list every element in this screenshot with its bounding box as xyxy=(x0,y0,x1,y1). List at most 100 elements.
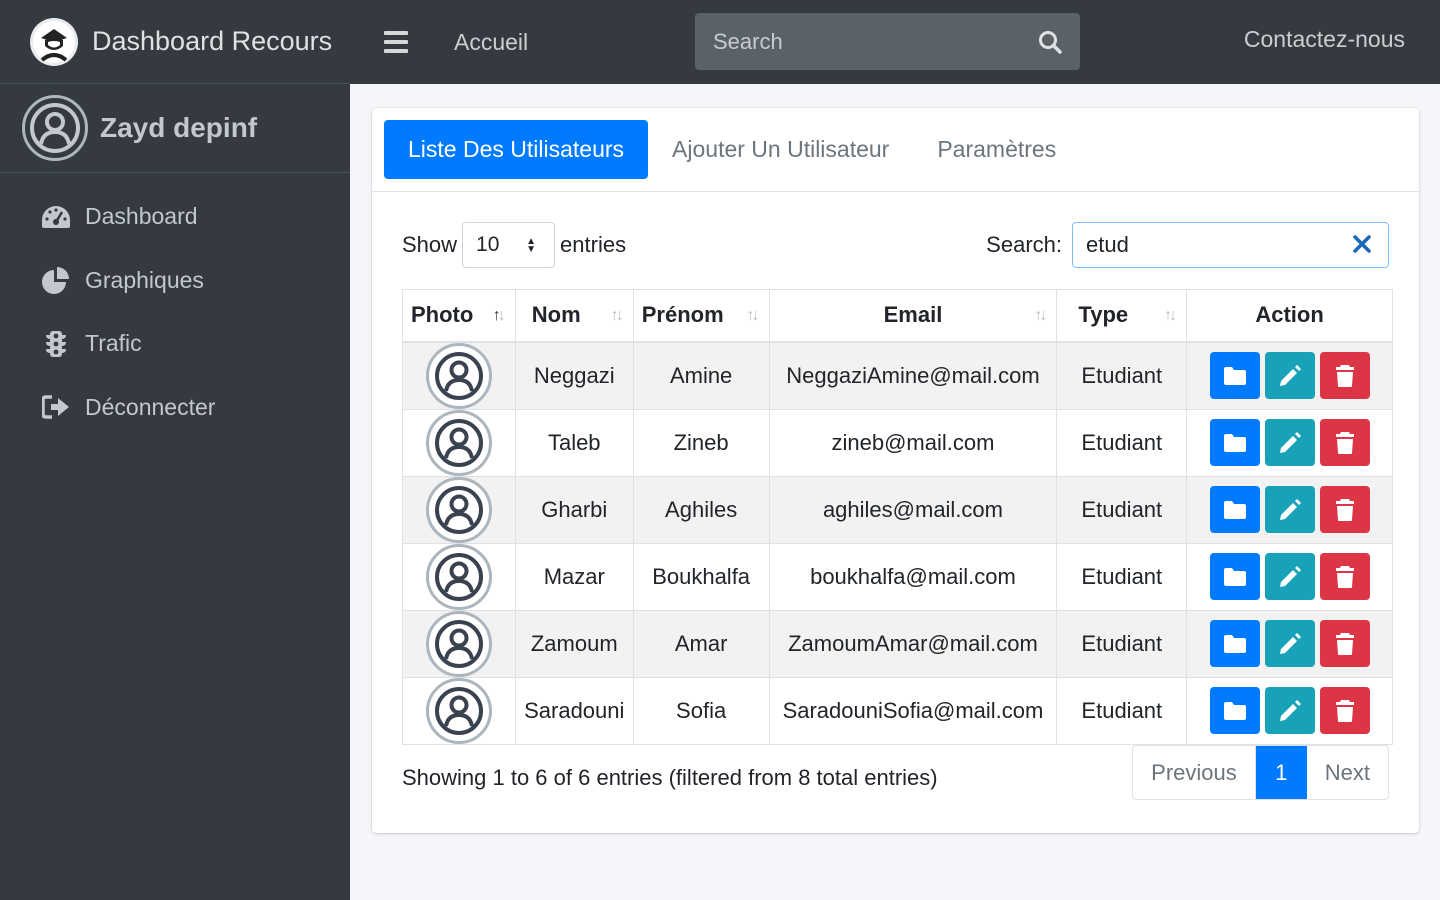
photo-cell xyxy=(402,676,516,745)
view-button[interactable] xyxy=(1209,352,1260,399)
pagination-previous[interactable]: Previous xyxy=(1133,746,1256,799)
trash-icon xyxy=(1335,431,1354,454)
action-cell xyxy=(1186,676,1393,745)
folder-icon xyxy=(1223,366,1246,385)
page-size-select[interactable]: 10 ▲ ▼ xyxy=(462,222,556,268)
folder-icon xyxy=(1223,567,1246,586)
sidebar-item-label: Déconnecter xyxy=(85,393,216,420)
header-label: Photo xyxy=(411,302,474,328)
brand[interactable]: Dashboard Recours xyxy=(0,0,350,84)
type-cell: Etudiant xyxy=(1056,542,1188,611)
action-cell xyxy=(1186,609,1393,678)
user-photo-icon xyxy=(425,476,492,543)
column-header-type[interactable]: Type ↑↓ xyxy=(1056,289,1188,343)
prenom-cell: Boukhalfa xyxy=(632,542,770,611)
prenom-cell: Aghiles xyxy=(632,475,770,544)
nom-cell: Saradouni xyxy=(514,676,634,745)
sign-out-icon xyxy=(40,391,72,423)
sidebar-item-dashboard[interactable]: Dashboard xyxy=(0,185,350,249)
page-size-value: 10 xyxy=(476,233,500,256)
nav-link-contact[interactable]: Contactez-nous xyxy=(1244,26,1405,53)
sort-icon: ↑↓ xyxy=(746,307,760,324)
nom-cell: Neggazi xyxy=(514,341,634,410)
menu-toggle-icon[interactable] xyxy=(384,31,408,53)
sort-icon: ↑↓ xyxy=(1164,307,1177,324)
brand-title: Dashboard Recours xyxy=(92,26,333,56)
delete-button[interactable] xyxy=(1319,687,1370,734)
delete-button[interactable] xyxy=(1319,553,1370,600)
sidebar-item-graphiques[interactable]: Graphiques xyxy=(0,249,350,313)
column-header-nom[interactable]: Nom ↑↓ xyxy=(514,289,634,343)
search-icon[interactable] xyxy=(1020,13,1080,70)
trash-icon xyxy=(1335,364,1354,387)
sidebar-item-deconnecter[interactable]: Déconnecter xyxy=(0,376,350,440)
sidebar-item-trafic[interactable]: Trafic xyxy=(0,312,350,376)
view-button[interactable] xyxy=(1209,553,1260,600)
show-label: Show xyxy=(402,232,458,257)
sidebar-nav: Dashboard Graphiques Trafic Déconnecter xyxy=(0,173,350,439)
type-cell: Etudiant xyxy=(1056,341,1188,410)
delete-button[interactable] xyxy=(1319,352,1370,399)
email-cell: boukhalfa@mail.com xyxy=(768,542,1058,611)
view-button[interactable] xyxy=(1209,620,1260,667)
column-header-email[interactable]: Email ↑↓ xyxy=(768,289,1058,343)
delete-button[interactable] xyxy=(1319,620,1370,667)
table-search-input[interactable]: etud xyxy=(1072,222,1389,268)
type-cell: Etudiant xyxy=(1056,609,1188,678)
nav-link-accueil[interactable]: Accueil xyxy=(454,29,528,56)
tab-parametres[interactable]: Paramètres xyxy=(913,120,1080,179)
pagination-next[interactable]: Next xyxy=(1307,746,1388,799)
email-cell: NeggaziAmine@mail.com xyxy=(768,341,1058,410)
nom-cell: Gharbi xyxy=(514,475,634,544)
folder-icon xyxy=(1223,433,1246,452)
edit-button[interactable] xyxy=(1264,620,1315,667)
filter-label: Search: xyxy=(986,232,1062,257)
sort-asc-icon: ↑↓ xyxy=(492,307,506,324)
view-button[interactable] xyxy=(1209,687,1260,734)
sidebar-item-label: Trafic xyxy=(85,330,142,357)
email-cell: ZamoumAmar@mail.com xyxy=(768,609,1058,678)
clear-search-icon[interactable] xyxy=(1352,234,1372,260)
photo-cell xyxy=(402,542,516,611)
user-panel[interactable]: Zayd depinf xyxy=(0,84,350,173)
trash-icon xyxy=(1335,632,1354,655)
pencil-icon xyxy=(1279,364,1301,386)
folder-icon xyxy=(1223,701,1246,720)
edit-button[interactable] xyxy=(1264,553,1315,600)
trash-icon xyxy=(1335,699,1354,722)
pencil-icon xyxy=(1279,431,1301,453)
user-avatar-icon xyxy=(22,95,88,161)
header-label: Type xyxy=(1078,302,1129,328)
view-button[interactable] xyxy=(1209,419,1260,466)
column-header-prenom[interactable]: Prénom ↑↓ xyxy=(632,289,770,343)
sort-icon: ↑↓ xyxy=(1034,307,1047,324)
photo-cell xyxy=(402,341,516,410)
delete-button[interactable] xyxy=(1319,419,1370,466)
table-row: Gharbi Aghiles aghiles@mail.com Etudiant xyxy=(402,475,1393,544)
nom-cell: Zamoum xyxy=(514,609,634,678)
action-cell xyxy=(1186,542,1393,611)
pie-chart-icon xyxy=(40,264,72,296)
edit-button[interactable] xyxy=(1264,419,1315,466)
page-size-control: Show 10 ▲ ▼ entries xyxy=(402,222,626,268)
tabs-bar: Liste Des Utilisateurs Ajouter Un Utilis… xyxy=(372,108,1419,192)
topbar: Accueil Contactez-nous xyxy=(350,0,1440,84)
edit-button[interactable] xyxy=(1264,352,1315,399)
column-header-photo[interactable]: Photo ↑↓ xyxy=(402,289,516,343)
user-photo-icon xyxy=(425,409,492,476)
tab-ajouter-utilisateur[interactable]: Ajouter Un Utilisateur xyxy=(648,120,913,179)
edit-button[interactable] xyxy=(1264,687,1315,734)
header-label: Action xyxy=(1255,302,1324,328)
pagination: Previous 1 Next xyxy=(1132,745,1389,800)
type-cell: Etudiant xyxy=(1056,408,1188,477)
view-button[interactable] xyxy=(1209,486,1260,533)
top-search-input[interactable] xyxy=(695,13,1020,70)
header-label: Nom xyxy=(531,302,581,328)
edit-button[interactable] xyxy=(1264,486,1315,533)
pencil-icon xyxy=(1279,565,1301,587)
action-cell xyxy=(1186,475,1393,544)
top-search-bar xyxy=(695,13,1080,70)
tab-liste-utilisateurs[interactable]: Liste Des Utilisateurs xyxy=(384,120,649,179)
delete-button[interactable] xyxy=(1319,486,1370,533)
pagination-page-1[interactable]: 1 xyxy=(1255,746,1307,799)
